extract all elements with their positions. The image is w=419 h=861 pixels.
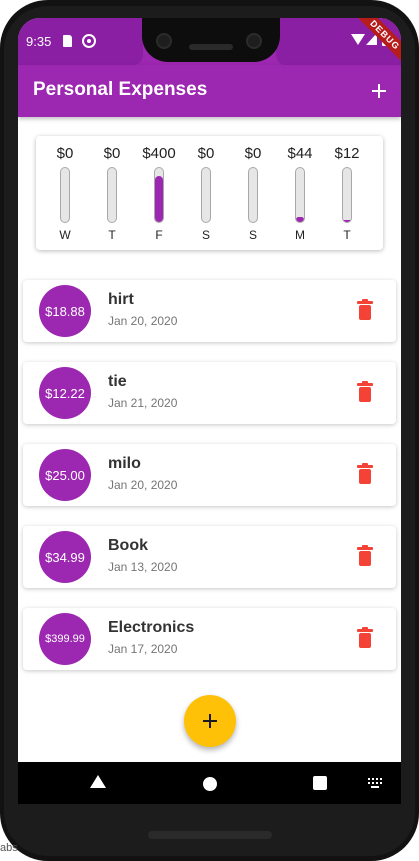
plus-icon[interactable]: [365, 77, 393, 105]
chart-amount-label: $44: [287, 145, 313, 162]
chart-bar-track: [201, 167, 211, 223]
chart-amount-label: $0: [103, 145, 121, 162]
transaction-title: Electronics: [108, 619, 195, 636]
chart-amount-label: $400: [142, 145, 176, 162]
transaction-date: Jan 21, 2020: [108, 396, 178, 410]
status-time: 9:35: [26, 34, 52, 49]
sync-icon: [82, 34, 96, 48]
app-title: Personal Expenses: [33, 79, 208, 100]
chart-day-label: T: [343, 228, 351, 242]
chart-bar-t: $0 T: [92, 136, 132, 250]
transaction-date: Jan 13, 2020: [108, 560, 178, 574]
transaction-card: $399.99 Electronics Jan 17, 2020: [23, 608, 396, 670]
chart-amount-label: $0: [244, 145, 262, 162]
back-icon[interactable]: [90, 775, 106, 788]
device-screen: 9:35 DEBUG Personal Expenses $0 W $0 T $400 F…: [18, 18, 401, 804]
transaction-amount: $34.99: [39, 531, 91, 583]
chart-bar-track: [154, 167, 164, 223]
chart-bar-track: [342, 167, 352, 223]
chart-amount-label: $12: [334, 145, 360, 162]
trash-icon[interactable]: [356, 545, 374, 567]
chart-bar-fill: [155, 175, 163, 222]
trash-icon[interactable]: [356, 381, 374, 403]
chart-bar-m: $44 M: [280, 136, 320, 250]
chart-bar-f: $400 F: [139, 136, 179, 250]
app-bar: Personal Expenses: [18, 65, 401, 117]
front-sensor: [246, 33, 262, 49]
chart-bar-track: [248, 167, 258, 223]
trash-icon[interactable]: [356, 299, 374, 321]
keyboard-icon[interactable]: [368, 778, 382, 788]
chart-bar-s: $0 S: [233, 136, 273, 250]
chart-day-label: T: [108, 228, 116, 242]
chart-day-label: M: [295, 228, 305, 242]
earpiece: [189, 44, 233, 50]
transaction-card: $12.22 tie Jan 21, 2020: [23, 362, 396, 424]
transaction-date: Jan 17, 2020: [108, 642, 178, 656]
chart-bar-fill: [343, 220, 351, 222]
transaction-amount: $399.99: [39, 613, 91, 665]
chart-day-label: W: [59, 228, 71, 242]
weekly-chart-card: $0 W $0 T $400 F $0 S $0 S $44 M $12 T: [36, 136, 383, 250]
transaction-card: $18.88 hirt Jan 20, 2020: [23, 280, 396, 342]
transaction-amount: $18.88: [39, 285, 91, 337]
transaction-title: tie: [108, 373, 127, 390]
transaction-date: Jan 20, 2020: [108, 478, 178, 492]
wifi-icon: [351, 34, 365, 45]
chart-bar-track: [295, 167, 305, 223]
transaction-title: milo: [108, 455, 141, 472]
chart-bar-fill: [296, 217, 304, 222]
transaction-amount: $12.22: [39, 367, 91, 419]
bottom-speaker: [148, 831, 272, 839]
phone-frame: 9:35 DEBUG Personal Expenses $0 W $0 T $400 F…: [0, 0, 419, 861]
chart-bar-s: $0 S: [186, 136, 226, 250]
sd-card-icon: [63, 35, 72, 47]
transaction-title: Book: [108, 537, 148, 554]
chart-day-label: S: [201, 228, 210, 242]
chart-amount-label: $0: [56, 145, 74, 162]
chart-day-label: S: [248, 228, 257, 242]
transaction-card: $34.99 Book Jan 13, 2020: [23, 526, 396, 588]
chart-amount-label: $0: [197, 145, 215, 162]
chart-bar-track: [60, 167, 70, 223]
background-text: abs: [0, 842, 18, 854]
home-icon[interactable]: [203, 777, 217, 791]
recents-icon[interactable]: [313, 776, 327, 790]
system-nav-bar: [18, 762, 401, 804]
trash-icon[interactable]: [356, 463, 374, 485]
chart-bar-track: [107, 167, 117, 223]
transaction-title: hirt: [108, 291, 134, 308]
camera-notch: [142, 18, 280, 62]
chart-bar-t: $12 T: [327, 136, 367, 250]
transaction-card: $25.00 milo Jan 20, 2020: [23, 444, 396, 506]
transaction-amount: $25.00: [39, 449, 91, 501]
chart-bar-w: $0 W: [45, 136, 85, 250]
front-camera: [156, 33, 172, 49]
transaction-date: Jan 20, 2020: [108, 314, 178, 328]
trash-icon[interactable]: [356, 627, 374, 649]
chart-day-label: F: [155, 228, 163, 242]
add-transaction-button[interactable]: [184, 695, 236, 747]
